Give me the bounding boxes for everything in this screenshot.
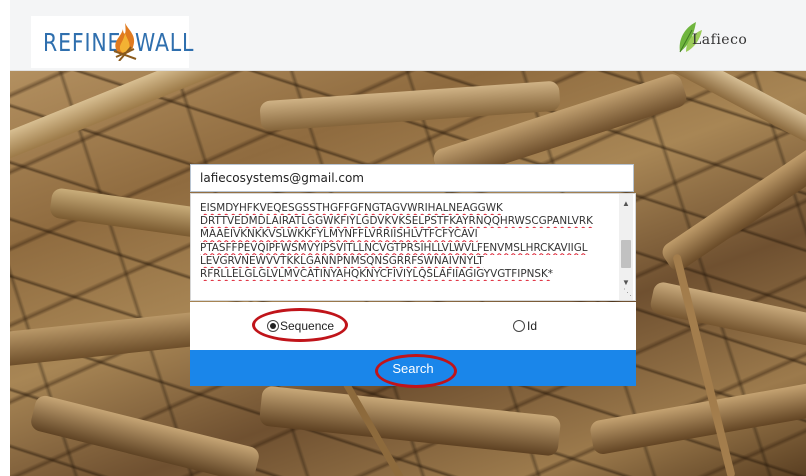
sequence-text: EISMDYHFKVEQESGSSTHGFFGFNGTAGVWRIHALNEAG… <box>200 202 614 281</box>
sequence-line: LEVGRVNEWVVTKKLGANNPNMSQNSGRRFSWNAIVNYLT <box>200 254 484 267</box>
search-type-options: Sequence Id <box>190 302 636 350</box>
sequence-line: DRTTVEDMDLAIRATLGGWKFIYLGDVKVKSELPSTFKAY… <box>200 215 593 228</box>
search-button[interactable]: Search <box>190 350 636 386</box>
sequence-line: MAAEIVKNKKVSLWKKFYLMYNFFLVRRIISHLVTFCFYC… <box>200 228 478 241</box>
cane-stalk <box>648 280 806 354</box>
id-radio-label[interactable]: Id <box>527 319 537 333</box>
sequence-radio-label[interactable]: Sequence <box>280 319 334 333</box>
scrollbar-thumb[interactable] <box>621 240 631 268</box>
logo-text-wall: WALL <box>135 28 195 57</box>
search-button-label: Search <box>392 361 434 376</box>
cane-stalk <box>588 380 806 456</box>
resize-grip-icon[interactable]: ⋱ <box>623 287 632 298</box>
lafieco-logo[interactable]: Lafieco <box>674 20 764 60</box>
textarea-scrollbar[interactable]: ▲ ▼ <box>619 194 633 300</box>
header-bar: REFINE WALL Lafieco <box>10 0 806 71</box>
sequence-line: PTASFFPEVQIPFWSMVYIPSVITLLNCVGTPRSIHLLVL… <box>200 241 588 254</box>
cane-stalk <box>658 137 806 275</box>
search-panel: lafiecosystems@gmail.com EISMDYHFKVEQESG… <box>190 162 636 388</box>
logo-text-refine: REFINE <box>43 28 122 57</box>
sequence-line: EISMDYHFKVEQESGSSTHGFFGFNGTAGVWRIHALNEAG… <box>200 202 503 214</box>
lafieco-text: Lafieco <box>692 32 748 48</box>
cane-stalk <box>10 71 236 165</box>
sequence-line: RFRLLELGLGLVLMVCATINYAHQKNYCFIVIYLQSLAFI… <box>200 268 553 281</box>
scroll-up-arrow-icon[interactable]: ▲ <box>622 199 630 208</box>
sequence-radio[interactable] <box>267 320 279 332</box>
cane-stalk <box>672 253 736 476</box>
sequence-textarea[interactable]: EISMDYHFKVEQESGSSTHGFFGFNGTAGVWRIHALNEAG… <box>190 193 636 301</box>
id-radio[interactable] <box>513 320 525 332</box>
scroll-down-arrow-icon[interactable]: ▼ <box>622 278 630 287</box>
refinewall-logo[interactable]: REFINE WALL <box>31 16 193 68</box>
email-input[interactable]: lafiecosystems@gmail.com <box>190 164 634 192</box>
cane-stalk <box>258 385 562 457</box>
cane-stalk <box>29 393 261 476</box>
